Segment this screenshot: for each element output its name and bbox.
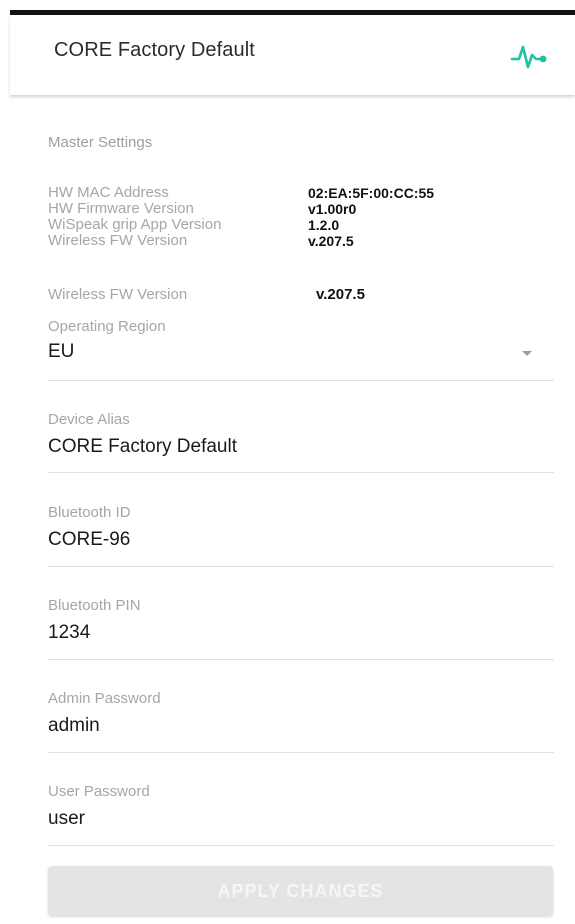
user-password-field[interactable]: User Password user: [48, 783, 554, 846]
field-value: user: [48, 808, 85, 829]
field-label: Device Alias: [48, 411, 130, 428]
field-value: admin: [48, 715, 100, 736]
app-bar: CORE Factory Default: [10, 15, 575, 95]
field-label: Operating Region: [48, 318, 166, 335]
info-value: v.207.5: [308, 233, 354, 249]
chevron-down-icon[interactable]: [522, 351, 532, 356]
info-value: v.207.5: [316, 286, 365, 303]
device-info-block: HW MAC Address 02:EA:5F:00:CC:55 HW Firm…: [48, 184, 528, 250]
field-label: Bluetooth PIN: [48, 597, 141, 614]
field-label: User Password: [48, 783, 150, 800]
device-alias-field[interactable]: Device Alias CORE Factory Default: [48, 411, 554, 473]
info-row-mac: HW MAC Address 02:EA:5F:00:CC:55: [48, 184, 528, 202]
info-label: WiSpeak grip App Version: [48, 216, 222, 233]
app-title: CORE Factory Default: [54, 39, 255, 61]
pulse-heartbeat-icon[interactable]: [510, 39, 550, 73]
info-row-wireless-fw-extra: Wireless FW Version v.207.5: [48, 286, 528, 304]
info-label: Wireless FW Version: [48, 232, 188, 249]
bluetooth-pin-field[interactable]: Bluetooth PIN 1234: [48, 597, 554, 660]
field-label: Admin Password: [48, 690, 161, 707]
field-value: 1234: [48, 622, 91, 643]
info-label: Wireless FW Version: [48, 286, 188, 303]
info-label: HW Firmware Version: [48, 200, 194, 217]
apply-changes-button[interactable]: APPLY CHANGES: [48, 866, 553, 916]
info-row-app-version: WiSpeak grip App Version 1.2.0: [48, 216, 528, 234]
operating-region-select[interactable]: Operating Region EU: [48, 318, 554, 381]
field-label: Bluetooth ID: [48, 504, 131, 521]
section-title-master-settings: Master Settings: [48, 134, 153, 151]
field-value: CORE-96: [48, 529, 131, 550]
admin-password-field[interactable]: Admin Password admin: [48, 690, 554, 753]
info-value: 1.2.0: [308, 217, 340, 233]
info-value: v1.00r0: [308, 201, 357, 217]
info-row-hw-firmware: HW Firmware Version v1.00r0: [48, 200, 528, 218]
bluetooth-id-field[interactable]: Bluetooth ID CORE-96: [48, 504, 554, 567]
field-value: EU: [48, 341, 75, 362]
info-row-wireless-fw: Wireless FW Version v.207.5: [48, 232, 528, 250]
info-label: HW MAC Address: [48, 184, 169, 201]
info-value: 02:EA:5F:00:CC:55: [308, 185, 435, 201]
field-value: CORE Factory Default: [48, 436, 237, 457]
